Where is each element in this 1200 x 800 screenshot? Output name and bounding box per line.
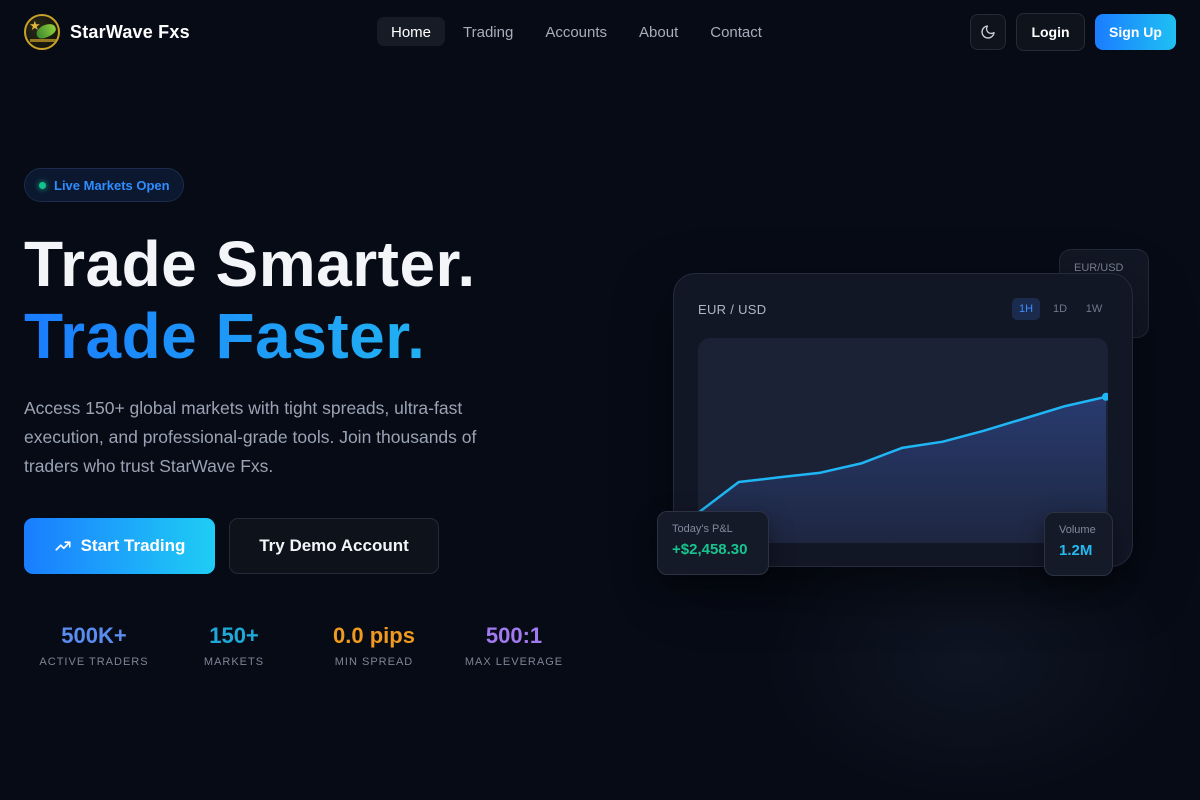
- volume-value: 1.2M: [1059, 542, 1093, 559]
- start-trading-label: Start Trading: [80, 536, 186, 555]
- nav-link-about[interactable]: About: [625, 17, 692, 46]
- stat-label: ACTIVE TRADERS: [39, 656, 149, 668]
- stat-value: 500K+: [61, 623, 127, 648]
- chart-pair-label: EUR / USD: [698, 302, 767, 317]
- pnl-label: Today's P&L: [672, 523, 733, 535]
- stat-active-traders: 500K+ ACTIVE TRADERS: [24, 622, 164, 668]
- live-markets-badge: Live Markets Open: [24, 168, 184, 202]
- live-status-dot-icon: [39, 181, 46, 189]
- stat-min-spread: 0.0 pips MIN SPREAD: [304, 622, 444, 668]
- star-wave-logo-icon: ★: [24, 14, 60, 50]
- timeframe-selector: 1H 1D 1W: [1012, 298, 1108, 320]
- timeframe-1d[interactable]: 1D: [1046, 298, 1074, 320]
- timeframe-1w[interactable]: 1W: [1080, 298, 1108, 320]
- trending-up-icon: [54, 541, 71, 551]
- stat-value: 150+: [209, 623, 259, 648]
- nav-link-home[interactable]: Home: [377, 17, 446, 46]
- hero-title-line1: Trade Smarter.: [24, 228, 476, 300]
- nav-link-accounts[interactable]: Accounts: [531, 17, 621, 46]
- stat-label: MAX LEVERAGE: [464, 656, 564, 668]
- login-button[interactable]: Login: [1016, 13, 1085, 51]
- stat-max-leverage: 500:1 MAX LEVERAGE: [444, 622, 584, 668]
- nav-link-contact[interactable]: Contact: [696, 17, 776, 46]
- hero-title: Trade Smarter. Trade Faster.: [24, 228, 476, 372]
- live-markets-text: Live Markets Open: [54, 177, 170, 193]
- hero-title-line2: Trade Faster.: [24, 300, 476, 372]
- brand-logo[interactable]: ★ StarWave Fxs: [24, 14, 190, 50]
- timeframe-1h[interactable]: 1H: [1012, 298, 1040, 320]
- try-demo-button[interactable]: Try Demo Account: [229, 518, 439, 574]
- stat-value: 500:1: [485, 623, 543, 648]
- start-trading-button[interactable]: Start Trading: [24, 518, 215, 574]
- stat-label: MIN SPREAD: [334, 656, 414, 668]
- nav-link-trading[interactable]: Trading: [449, 17, 527, 46]
- pnl-card: Today's P&L +$2,458.30: [657, 511, 769, 575]
- stat-label: MARKETS: [203, 656, 265, 668]
- brand-name: StarWave Fxs: [70, 21, 190, 42]
- signup-button[interactable]: Sign Up: [1095, 14, 1176, 50]
- pnl-value: +$2,458.30: [672, 541, 748, 558]
- stats-row: 500K+ ACTIVE TRADERS 150+ MARKETS 0.0 pi…: [24, 622, 584, 668]
- stat-value: 0.0 pips: [333, 623, 415, 648]
- stat-markets: 150+ MARKETS: [164, 622, 304, 668]
- navbar: ★ StarWave Fxs Home Trading Accounts Abo…: [0, 0, 1200, 64]
- nav-links: Home Trading Accounts About Contact: [377, 17, 776, 46]
- volume-card: Volume 1.2M: [1044, 512, 1113, 576]
- volume-label: Volume: [1059, 524, 1096, 536]
- theme-toggle-button[interactable]: [970, 14, 1006, 50]
- hero-description: Access 150+ global markets with tight sp…: [24, 398, 477, 476]
- moon-icon: [981, 25, 995, 39]
